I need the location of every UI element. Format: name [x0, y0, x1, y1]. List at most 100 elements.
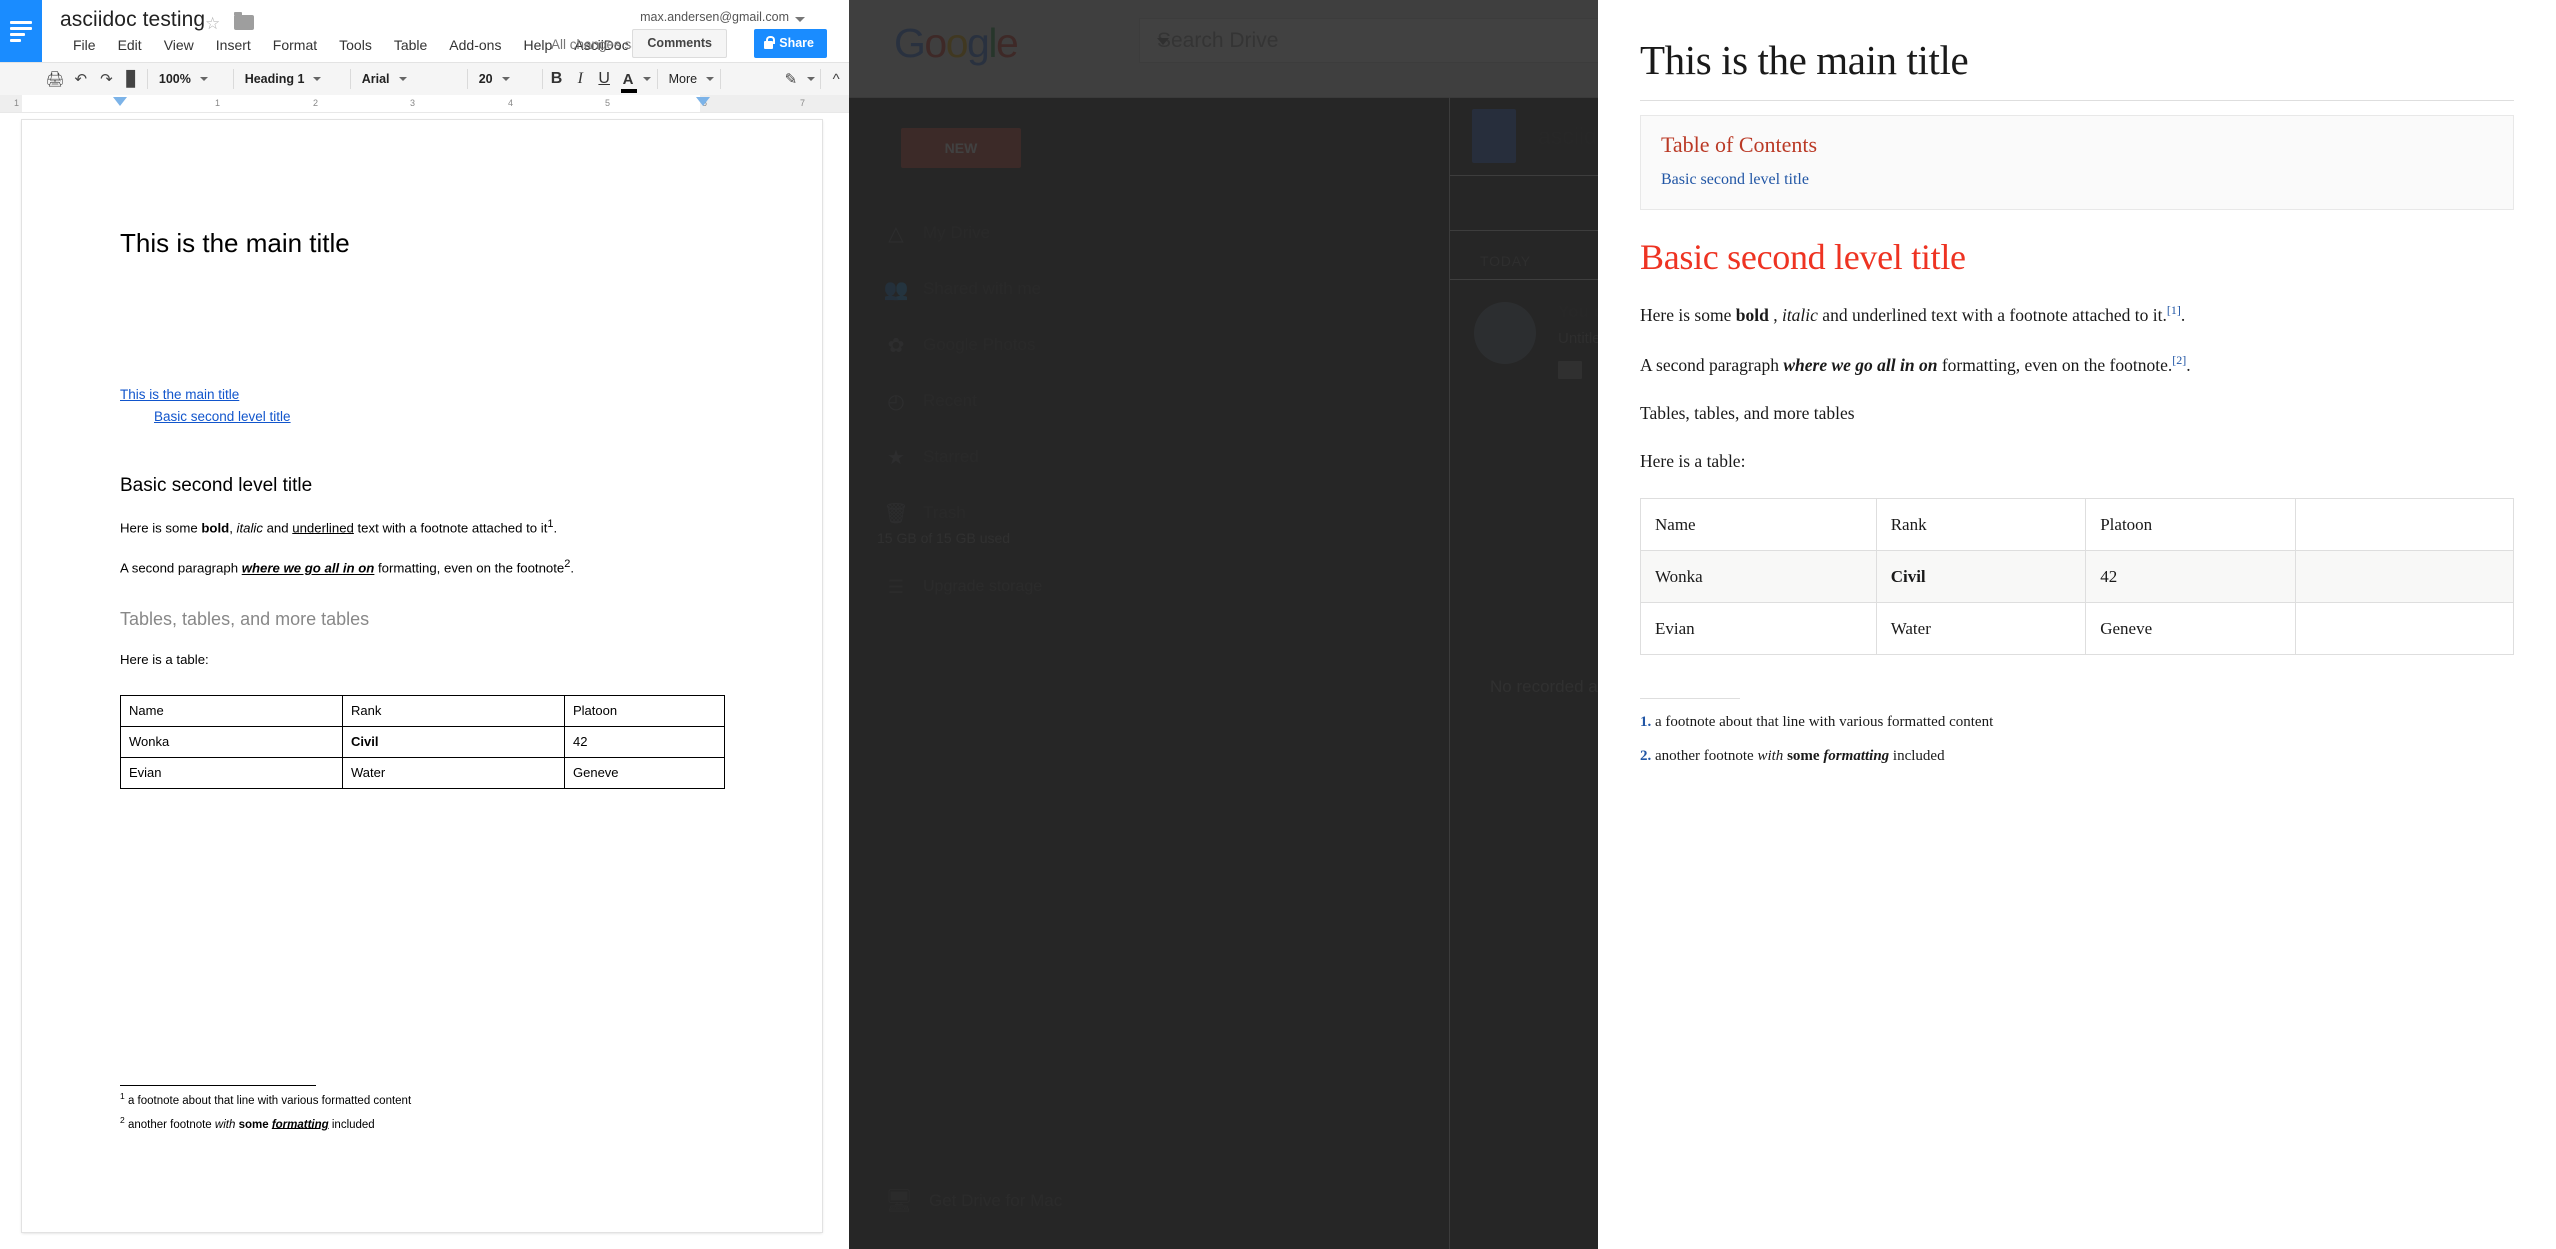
text-color-button[interactable]: A	[616, 71, 640, 93]
drive-new-button[interactable]: NEW	[901, 128, 1021, 168]
preview-title-rule	[1640, 100, 2514, 102]
preview-heading-1: This is the main title	[1640, 37, 1969, 83]
p1-italic: italic	[236, 520, 263, 536]
preview-toc-link[interactable]: Basic second level title	[1661, 171, 2493, 189]
font-family-select[interactable]: Arial	[353, 66, 465, 92]
table-row: Evian Water Geneve	[120, 756, 725, 789]
preview-footnote-2-a: another footnote	[1655, 747, 1758, 764]
footnote-1-number: 1	[120, 1090, 125, 1101]
drive-backdrop-overlay[interactable]: Google Search Drive NEW △ My Drive 👥 Share…	[849, 0, 1598, 1249]
share-button-label: Share	[779, 36, 814, 50]
activity-item: Untitled document	[1558, 330, 1598, 347]
footnote-2-bold: some	[238, 1118, 269, 1131]
right-indent-marker[interactable]	[696, 97, 710, 106]
ruler-tick: 4	[508, 98, 514, 108]
p2-text-c: .	[570, 560, 575, 576]
table-cell[interactable]: Water	[342, 756, 565, 789]
ruler-tick: 3	[410, 98, 416, 108]
chevron-down-icon[interactable]	[807, 77, 816, 81]
table-cell-header-name: Name	[1640, 498, 1877, 552]
footnote-2-number: 2	[120, 1114, 125, 1125]
italic-button[interactable]: I	[568, 70, 592, 88]
table-cell-header-rank[interactable]: Rank	[342, 694, 565, 727]
indent-marker[interactable]	[113, 97, 127, 106]
menu-format[interactable]: Format	[262, 35, 328, 55]
ruler-tick: 1	[215, 98, 221, 108]
chevron-down-icon[interactable]	[795, 17, 805, 22]
table-cell	[2294, 602, 2515, 656]
menu-file[interactable]: File	[62, 35, 107, 55]
drive-no-activity: No recorded activity	[1490, 677, 1598, 696]
preview-footnote-2-bold: some	[1787, 747, 1820, 764]
drive-search-input[interactable]: Search Drive	[1139, 18, 1598, 63]
menu-edit[interactable]: Edit	[107, 35, 153, 55]
edit-mode-pencil-icon[interactable]: ✎	[778, 66, 804, 92]
table-cell[interactable]: Wonka	[120, 725, 343, 758]
print-icon[interactable]: 🖨	[42, 66, 68, 92]
document-page[interactable]: This is the main title This is the main …	[22, 120, 822, 1232]
sidebar-item-starred[interactable]: ★ Starred	[869, 429, 1114, 485]
docs-home-button[interactable]	[0, 0, 42, 62]
drive-details-panel: asciidoc testing Details Activity TODAY …	[1449, 97, 1598, 1249]
pv-p1-bold: bold	[1735, 304, 1769, 325]
toc-link-second-level[interactable]: Basic second level title	[154, 406, 762, 428]
more-button[interactable]: More	[660, 66, 718, 92]
p1-text-a: Here is some	[120, 520, 202, 536]
doc-paragraph-2: A second paragraph where we go all in on…	[120, 557, 762, 578]
menu-tools[interactable]: Tools	[328, 35, 383, 55]
table-cell: Geneve	[2085, 602, 2296, 656]
menu-insert[interactable]: Insert	[205, 35, 262, 55]
doc-heading-1: This is the main title	[120, 228, 350, 258]
trash-icon: 🗑	[883, 502, 909, 525]
preview-toc-title: Table of Contents	[1661, 132, 1818, 158]
menu-addons[interactable]: Add-ons	[438, 35, 512, 55]
redo-icon[interactable]: ↷	[94, 66, 120, 92]
table-cell-header-platoon[interactable]: Platoon	[564, 694, 725, 727]
table-cell[interactable]: Geneve	[564, 756, 725, 789]
p1-bold: bold	[201, 520, 230, 536]
sidebar-item-recent[interactable]: ◴ Recent	[869, 373, 1114, 429]
drive-upgrade-label: Upgrade storage	[923, 578, 1043, 595]
menu-table[interactable]: Table	[383, 35, 438, 55]
table-cell-header-name[interactable]: Name	[120, 694, 343, 727]
paint-format-icon[interactable]: ▊	[119, 66, 145, 92]
table-cell: Wonka	[1640, 550, 1877, 604]
paragraph-style-select[interactable]: Heading 1	[236, 66, 348, 92]
font-size-select[interactable]: 20	[470, 66, 540, 92]
table-cell[interactable]: Civil	[342, 725, 565, 758]
chevron-down-icon[interactable]	[643, 77, 652, 81]
p1-underlined: underlined	[292, 520, 354, 536]
preview-footnote-ref-2[interactable]: [2]	[2172, 353, 2186, 367]
drive-topbar: Google Search Drive	[849, 0, 1598, 98]
account-email[interactable]: max.andersen@gmail.com	[640, 10, 789, 24]
share-button[interactable]: Share	[754, 29, 827, 58]
preview-footnote-ref-1[interactable]: [1]	[2167, 303, 2181, 317]
sidebar-item-shared[interactable]: 👥 Shared with me	[869, 261, 1114, 317]
doc-table[interactable]: Name Rank Platoon Wonka Civil 42 Evian W…	[120, 694, 725, 789]
bold-button[interactable]: B	[545, 70, 569, 88]
star-icon[interactable]: ☆	[205, 14, 220, 34]
document-title[interactable]: asciidoc testing	[60, 8, 205, 32]
table-cell[interactable]: 42	[564, 725, 725, 758]
collapse-toolbar-icon[interactable]: ^	[823, 66, 849, 92]
docs-ruler[interactable]: 1 1 2 3 4 5 6 7	[0, 95, 849, 113]
comments-button[interactable]: Comments	[632, 29, 727, 58]
google-photos-icon: ✿	[887, 334, 905, 357]
drive-get-for-mac[interactable]: 🖥 Get Drive for Mac	[869, 1175, 1062, 1227]
undo-icon[interactable]: ↶	[68, 66, 94, 92]
sidebar-item-label: My Drive	[923, 223, 991, 242]
p1-text-d: text with a footnote attached to it	[353, 520, 548, 536]
table-cell[interactable]: Evian	[120, 756, 343, 789]
folder-icon[interactable]	[234, 12, 254, 30]
preview-paragraph-1: Here is some bold , italic and underline…	[1640, 300, 2514, 328]
zoom-select[interactable]: 100%	[150, 66, 231, 92]
menu-view[interactable]: View	[153, 35, 205, 55]
underline-button[interactable]: U	[592, 70, 616, 88]
drive-upgrade-link[interactable]: ☰ Upgrade storage	[869, 565, 1042, 609]
table-cell-header-rank: Rank	[1875, 498, 2087, 552]
my-drive-icon: △	[888, 222, 904, 245]
p2-text-a: A second paragraph	[120, 560, 242, 576]
sidebar-item-google-photos[interactable]: ✿ Google Photos	[869, 317, 1114, 373]
sidebar-item-my-drive[interactable]: △ My Drive	[869, 205, 1114, 261]
toc-link-main-title[interactable]: This is the main title	[120, 384, 762, 406]
